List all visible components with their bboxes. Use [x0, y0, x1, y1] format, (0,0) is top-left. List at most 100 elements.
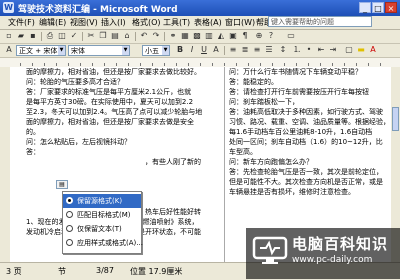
- menu-table[interactable]: 表格(A): [194, 17, 222, 28]
- style-select[interactable]: 正文 + 宋体 ▼: [16, 45, 66, 56]
- paste-option-item[interactable]: 应用样式或格式(A)...: [63, 236, 143, 250]
- increase-indent-icon[interactable]: ⇥: [328, 45, 338, 55]
- decrease-indent-icon[interactable]: ⇤: [316, 45, 326, 55]
- font-color-icon[interactable]: A: [368, 45, 378, 55]
- underline-button[interactable]: U: [199, 45, 209, 55]
- document-line: 面的摩擦力，相对省油，但还是按厂家要求去做比较好。: [26, 68, 201, 76]
- paste-options-menu: 保留源格式(K) 匹配目标格式(M) 仅保留文本(T) 应用样式或格式(A)...: [62, 191, 143, 254]
- show-hide-icon[interactable]: ¶: [240, 31, 250, 41]
- partial-text-line: 热车后好性能好转: [145, 208, 201, 216]
- font-size-select[interactable]: 小五 ▼: [142, 45, 170, 56]
- ruler-tick: [56, 63, 57, 66]
- menu-format[interactable]: 格式(O): [132, 17, 161, 28]
- menu-tools[interactable]: 工具(T): [163, 17, 190, 28]
- document-map-icon[interactable]: ▣: [228, 31, 238, 41]
- numbering-icon[interactable]: ⒈: [292, 45, 302, 55]
- window-title: 驾驶技术资料汇编 - Microsoft Word: [18, 5, 178, 15]
- status-position: 位置 17.9厘米: [130, 267, 183, 276]
- undo-icon[interactable]: ↶: [139, 31, 149, 41]
- paste-option-item[interactable]: 匹配目标格式(M): [63, 208, 141, 222]
- align-left-icon[interactable]: ≡: [228, 45, 238, 55]
- chevron-down-icon: ▼: [58, 46, 65, 55]
- ruler-tick: [68, 63, 69, 66]
- copy-icon[interactable]: ❐: [98, 31, 108, 41]
- drawing-icon[interactable]: ◭: [216, 31, 226, 41]
- ruler-tick: [368, 63, 369, 66]
- bold-button[interactable]: B: [175, 45, 185, 55]
- watermark-url: www.pc-daily.com: [292, 255, 373, 265]
- radio-icon: [66, 225, 73, 232]
- font-select[interactable]: 宋体 ▼: [68, 45, 130, 56]
- title-bar: W 驾驶技术资料汇编 - Microsoft Word _ □ ×: [0, 0, 400, 16]
- ruler-tick: [380, 63, 381, 66]
- help-search-input[interactable]: 键入需要帮助的问题: [268, 16, 372, 27]
- document-line: 习惯、路况、载重、空调、油品质量等。根据经验，: [229, 118, 387, 126]
- ruler-tick: [20, 63, 21, 66]
- save-icon[interactable]: ▪: [28, 31, 38, 41]
- highlight-icon[interactable]: ▬: [356, 45, 366, 55]
- chevron-down-icon: ▼: [122, 46, 129, 55]
- document-line: 的。: [26, 128, 40, 136]
- document-line: 问：新车方向跑偏怎么办？: [229, 158, 313, 166]
- open-folder-icon[interactable]: ▰: [16, 31, 26, 41]
- ruler-tick: [116, 63, 117, 66]
- paste-option-label: 保留源格式(K): [77, 197, 123, 205]
- document-line: 答：能稳定的。: [229, 78, 278, 86]
- line-spacing-icon[interactable]: ↕: [278, 45, 288, 55]
- paste-option-label: 仅保留文本(T): [77, 225, 122, 233]
- zoom-icon[interactable]: ⊕: [254, 31, 264, 41]
- bullets-icon[interactable]: •: [304, 45, 314, 55]
- ruler-tick: [332, 63, 333, 66]
- close-button[interactable]: ×: [385, 2, 397, 13]
- styles-pane-icon[interactable]: A: [4, 45, 14, 55]
- paste-option-item[interactable]: 保留源格式(K): [63, 194, 141, 208]
- document-line: 面的摩擦力，相对省油，但还是按厂家要求去做是安全: [26, 118, 194, 126]
- minimize-button[interactable]: _: [359, 2, 371, 13]
- border-icon[interactable]: ▢: [344, 45, 354, 55]
- paste-options-button[interactable]: ▤: [56, 180, 68, 189]
- format-painter-icon[interactable]: ⌂: [122, 31, 132, 41]
- help-icon[interactable]: ?: [266, 31, 276, 41]
- justify-icon[interactable]: ☰: [264, 45, 274, 55]
- scrollbar-thumb[interactable]: [392, 107, 399, 131]
- align-right-icon[interactable]: ≡: [252, 45, 262, 55]
- char-border-button[interactable]: A: [211, 45, 221, 55]
- excel-icon[interactable]: ▩: [192, 31, 202, 41]
- hyperlink-icon[interactable]: ⚭: [168, 31, 178, 41]
- document-line: 每1.6手动档车百公里油耗8-10升，1.6自动档: [229, 128, 373, 136]
- menu-file[interactable]: 文件(F): [8, 17, 35, 28]
- spellcheck-icon[interactable]: ✓: [69, 31, 79, 41]
- columns-icon[interactable]: ▥: [204, 31, 214, 41]
- document-right-column: 问：万什么行车书随情况下车辆变动平稳？ 答：能稳定的。 答：请检查打开行车前需要按压…: [229, 67, 387, 237]
- document-line: 至2.3，冬天可以加到2.4。气压高了点可以减少轮胎与地: [26, 108, 203, 116]
- ruler-tick: [164, 63, 165, 66]
- print-icon[interactable]: ⎙: [45, 31, 55, 41]
- print-preview-icon[interactable]: ◫: [57, 31, 67, 41]
- italic-button[interactable]: I: [187, 45, 197, 55]
- document-line: 答：厂家要求的标准气压是每平方厘米2.1公斤，也就: [26, 88, 192, 96]
- table-icon[interactable]: ▦: [180, 31, 190, 41]
- menu-insert[interactable]: 插入(I): [101, 17, 126, 28]
- menu-view[interactable]: 视图(V): [70, 17, 98, 28]
- document-line: 答：油耗高低取决于多种因素，如行驶方式、驾驶: [229, 108, 383, 116]
- document-line: 答：请检查打开行车前需要按压开行车每按钮: [229, 88, 369, 96]
- paste-icon[interactable]: ▤: [110, 31, 120, 41]
- word-app-icon[interactable]: W: [3, 2, 14, 13]
- ruler-tick: [236, 63, 237, 66]
- maximize-button[interactable]: □: [372, 2, 384, 13]
- radio-icon: [66, 239, 73, 246]
- menu-bar: 文件(F) 编辑(E) 视图(V) 插入(I) 格式(O) 工具(T) 表格(A…: [0, 16, 400, 30]
- menu-window[interactable]: 窗口(W): [225, 17, 255, 28]
- paste-option-item[interactable]: 仅保留文本(T): [63, 222, 141, 236]
- cut-icon[interactable]: ✂: [86, 31, 96, 41]
- ruler-tick: [200, 63, 201, 66]
- ruler-tick: [44, 63, 45, 66]
- read-mode-icon[interactable]: ▭: [286, 31, 296, 41]
- document-line: 问：轮胎的气压要多高才合适？: [26, 78, 124, 86]
- standard-toolbar: ▫ ▰ ▪ ⎙ ◫ ✓ ✂ ❐ ▤ ⌂ ↶ ↷ ⚭ ▦ ▩ ▥ ◭ ▣ ¶ ⊕ …: [0, 30, 400, 44]
- new-document-icon[interactable]: ▫: [4, 31, 14, 41]
- menu-edit[interactable]: 编辑(E): [39, 17, 66, 28]
- align-center-icon[interactable]: ≣: [240, 45, 250, 55]
- redo-icon[interactable]: ↷: [151, 31, 161, 41]
- status-section: 节: [58, 267, 66, 276]
